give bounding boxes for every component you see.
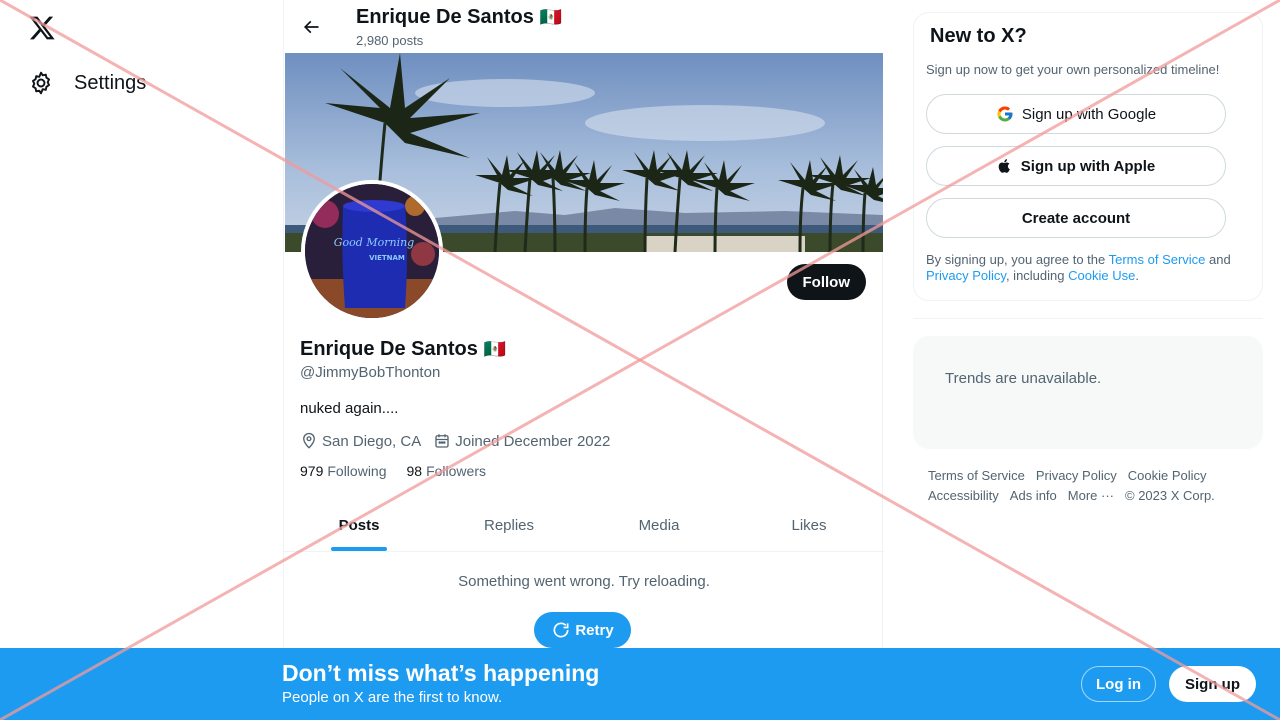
retry-label: Retry [575, 621, 614, 639]
profile-joined-text: Joined December 2022 [455, 432, 611, 450]
google-icon [997, 106, 1013, 122]
signup-button[interactable]: Sign up [1169, 666, 1256, 702]
legal-and: and [1205, 252, 1231, 267]
signup-google-button[interactable]: Sign up with Google [926, 94, 1226, 134]
signup-card-title: New to X? [930, 25, 1027, 47]
tab-posts[interactable]: Posts [284, 500, 434, 551]
terms-link[interactable]: Terms of Service [1109, 252, 1206, 267]
feed-error-message: Something went wrong. Try reloading. [458, 573, 710, 590]
follow-button[interactable]: Follow [786, 264, 866, 300]
profile-follow-stats: 979 Following 98 Followers [300, 463, 486, 479]
profile-column: Enrique De Santos 🇲🇽 2,980 posts Good Mo… [283, 0, 884, 720]
trends-unavailable-text: Trends are unavailable. [945, 370, 1102, 387]
signup-apple-button[interactable]: Sign up with Apple [926, 146, 1226, 186]
mexico-flag-icon: 🇲🇽 [539, 7, 563, 27]
apple-icon [998, 159, 1010, 173]
profile-bio: nuked again.... [300, 400, 399, 417]
avatar-image: Good Morning VIETNAM [305, 184, 439, 318]
tab-media[interactable]: Media [584, 500, 734, 551]
create-account-button[interactable]: Create account [926, 198, 1226, 238]
footer-copyright: © 2023 X Corp. [1125, 488, 1215, 503]
x-logo-icon[interactable] [28, 14, 56, 42]
profile-tabs: Posts Replies Media Likes [284, 500, 884, 552]
profile-header: Enrique De Santos 🇲🇽 2,980 posts [284, 0, 884, 53]
signup-banner-title: Don’t miss what’s happening [282, 660, 600, 686]
legal-including: , including [1005, 268, 1069, 283]
avatar-text-line1: Good Morning [334, 236, 414, 249]
header-name-text: Enrique De Santos [356, 6, 534, 28]
refresh-icon [553, 622, 569, 638]
trends-panel: Trends are unavailable. [913, 336, 1263, 449]
profile-name: Enrique De Santos 🇲🇽 [300, 338, 506, 361]
profile-avatar[interactable]: Good Morning VIETNAM [301, 180, 443, 322]
signup-banner-subtitle: People on X are the first to know. [282, 689, 503, 706]
signup-card-subtitle: Sign up now to get your own personalized… [926, 62, 1220, 77]
footer-links: Terms of Service Privacy Policy Cookie P… [928, 466, 1258, 506]
signup-legal-text: By signing up, you agree to the Terms of… [926, 252, 1256, 284]
followers-count: 98 [406, 463, 423, 479]
legal-prefix: By signing up, you agree to the [926, 252, 1109, 267]
following-label: Following [327, 463, 387, 479]
cookie-link[interactable]: Cookie Use [1068, 268, 1135, 283]
arrow-left-icon [303, 20, 319, 34]
followers-link[interactable]: 98 Followers [407, 463, 486, 479]
left-nav: Settings [0, 0, 283, 720]
footer-terms-link[interactable]: Terms of Service [928, 466, 1025, 486]
sidebar-divider [913, 318, 1263, 319]
footer-accessibility-link[interactable]: Accessibility [928, 486, 999, 506]
signup-google-label: Sign up with Google [1021, 105, 1157, 123]
footer-cookie-link[interactable]: Cookie Policy [1128, 466, 1207, 486]
login-button[interactable]: Log in [1081, 666, 1156, 702]
signup-apple-label: Sign up with Apple [1020, 157, 1156, 175]
legal-end: . [1135, 268, 1139, 283]
nav-settings-label: Settings [74, 71, 147, 94]
profile-location: San Diego, CA [300, 432, 421, 450]
calendar-icon [435, 434, 449, 448]
gear-icon [32, 71, 50, 95]
following-count: 979 [300, 463, 324, 479]
profile-name-text: Enrique De Santos [300, 338, 478, 360]
signup-banner-bar: Don’t miss what’s happening People on X … [0, 648, 1280, 720]
privacy-link[interactable]: Privacy Policy [926, 268, 1006, 283]
header-post-count: 2,980 posts [356, 33, 424, 48]
following-link[interactable]: 979 Following [300, 463, 387, 479]
nav-settings[interactable]: Settings [28, 68, 146, 98]
tab-likes[interactable]: Likes [734, 500, 884, 551]
footer-privacy-link[interactable]: Privacy Policy [1036, 466, 1117, 486]
signup-card: New to X? Sign up now to get your own pe… [913, 12, 1263, 301]
retry-button[interactable]: Retry [534, 612, 631, 648]
tab-replies[interactable]: Replies [434, 500, 584, 551]
footer-ads-link[interactable]: Ads info [1010, 486, 1057, 506]
footer-more-link[interactable]: More ··· [1068, 486, 1114, 506]
back-button[interactable] [298, 14, 324, 40]
profile-location-text: San Diego, CA [322, 432, 422, 450]
location-pin-icon [303, 432, 315, 449]
profile-meta: San Diego, CA Joined December 2022 [300, 432, 610, 450]
profile-handle: @JimmyBobThonton [300, 364, 441, 381]
mexico-flag-icon: 🇲🇽 [483, 339, 507, 359]
avatar-text-line2: VIETNAM [369, 254, 405, 262]
header-name: Enrique De Santos 🇲🇽 [356, 6, 562, 29]
profile-joined: Joined December 2022 [433, 432, 610, 450]
followers-label: Followers [426, 463, 486, 479]
